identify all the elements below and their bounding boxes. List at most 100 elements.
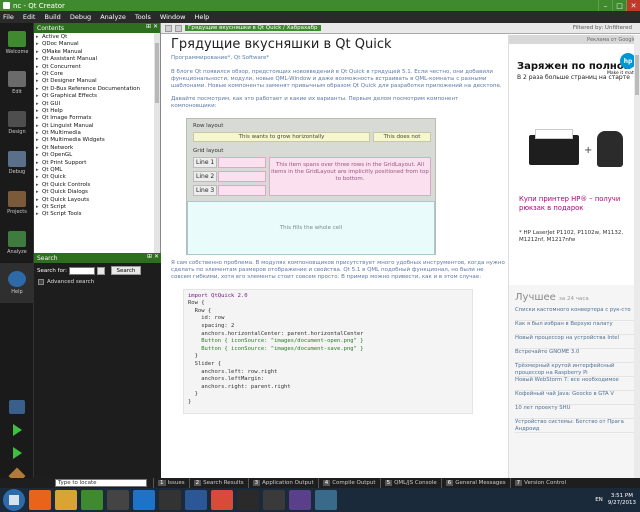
contents-item[interactable]: ▸ Qt Quick Controls [36,182,158,189]
mode-help[interactable]: Help [0,263,34,303]
ad-cta[interactable]: Купи принтер HP® – получи рюкзак в подар… [519,195,640,213]
close-button[interactable]: ✕ [626,0,640,11]
menu-tools[interactable]: Tools [135,13,151,21]
run-button[interactable] [0,418,34,441]
contents-item[interactable]: ▸ Qt Network [36,145,158,152]
app-icon[interactable] [289,490,311,510]
contents-item[interactable]: ▸ Qt Core [36,71,158,78]
mode-design[interactable]: Design [0,103,34,143]
menu-edit[interactable]: Edit [23,13,36,21]
contents-item[interactable]: ▸ Qt Multimedia [36,130,158,137]
word-icon[interactable] [185,490,207,510]
code-line: id: row [188,315,225,322]
clock[interactable]: 3:51 PM 9/27/2013 [608,493,636,507]
search-input[interactable] [68,266,95,275]
contents-item[interactable]: ▸ Qt Print Support [36,160,158,167]
app-icon[interactable] [315,490,337,510]
mode-welcome[interactable]: Welcome [0,23,34,63]
qt-creator-taskbar-icon[interactable] [81,490,103,510]
help-page-title[interactable]: Грядущие вкусняшки в Qt Quick / Хабрахаб… [185,25,321,31]
contents-scrollbar[interactable] [154,33,160,253]
back-button[interactable] [165,24,172,32]
contents-item[interactable]: ▸ Qt Help [36,108,158,115]
mode-edit[interactable]: Edit [0,63,34,103]
app-icon[interactable] [159,490,181,510]
menu-help[interactable]: Help [194,13,209,21]
output-tab[interactable]: 7 Version Control [509,478,570,488]
minimize-button[interactable]: – [598,0,612,11]
mode-analyze[interactable]: Analyze [0,223,34,263]
best-period[interactable]: за 24 часа [559,296,589,302]
language-indicator[interactable]: EN [595,497,603,503]
output-tab[interactable]: 3 Application Output [247,478,318,488]
contents-item[interactable]: ▸ Qt Script [36,204,158,211]
contents-item[interactable]: ▸ QMake Manual [36,49,158,56]
contents-item[interactable]: ▸ QDoc Manual [36,41,158,48]
ad-banner[interactable]: Реклама от Google hp Make it matter Заря… [508,35,640,285]
contents-item[interactable]: ▸ Qt QML [36,167,158,174]
code-line: Row { [188,307,212,314]
output-tab[interactable]: 6 General Messages [440,478,510,488]
contents-item[interactable]: ▸ Qt OpenGL [36,152,158,159]
contents-item[interactable]: ▸ Active Qt [36,34,158,41]
best-item-link[interactable]: Кофейный чай Java: Geocko в GTA V [515,391,634,405]
split-icon[interactable]: ⊞ [147,253,152,260]
best-item-link[interactable]: Устройство системы: Бегство от Прага Анд… [515,419,634,433]
contents-item[interactable]: ▸ Qt Quick Dialogs [36,189,158,196]
close-panel-icon[interactable]: ✕ [154,253,159,260]
firefox-icon[interactable] [29,490,51,510]
start-button[interactable] [3,489,25,511]
console-icon[interactable] [107,490,129,510]
best-item-link[interactable]: Новый WebStorm 7: все необходимое [515,377,634,391]
advanced-search-toggle[interactable]: Advanced search [34,278,161,286]
output-tab[interactable]: 2 Search Results [188,478,248,488]
split-icon[interactable]: ⊞ [146,23,151,30]
maximize-button[interactable]: □ [612,0,626,11]
filter-label[interactable]: Filtered by: Unfiltered [573,25,632,31]
scroll-thumb[interactable] [635,55,639,95]
close-panel-icon[interactable]: ✕ [153,23,158,30]
search-button[interactable]: Search [110,266,141,275]
contents-item[interactable]: ▸ Qt Image Formats [36,115,158,122]
folder-icon[interactable] [55,490,77,510]
forward-button[interactable] [175,24,182,32]
menu-file[interactable]: File [3,13,14,21]
search-dropdown[interactable] [96,266,105,275]
menu-debug[interactable]: Debug [70,13,91,21]
contents-item[interactable]: ▸ Qt Concurrent [36,64,158,71]
contents-item[interactable]: ▸ Qt Script Tools [36,211,158,218]
best-item-link[interactable]: Встречайте GNOME 3.0 [515,349,634,363]
contents-item[interactable]: ▸ Qt Quick [36,174,158,181]
debug-run-button[interactable] [0,441,34,464]
kit-selector[interactable] [0,395,34,418]
help-scrollbar[interactable] [634,35,640,488]
best-item-link[interactable]: 10 лет проекту SHU [515,405,634,419]
app-icon[interactable] [263,490,285,510]
terminal-icon[interactable] [237,490,259,510]
article-meta[interactable]: Программирование*, Qt Software* [171,55,505,64]
mode-projects[interactable]: Projects [0,183,34,223]
best-item-link[interactable]: Новый процессор на устройства Intel [515,335,634,349]
best-item-link[interactable]: Как я был избран в Верхую палату [515,321,634,335]
chrome-icon[interactable] [211,490,233,510]
output-tab[interactable]: 4 Compile Output [317,478,380,488]
scroll-thumb[interactable] [155,43,159,103]
best-item-link[interactable]: Списки кастомного конвертера с рук-сто [515,307,634,321]
contents-item[interactable]: ▸ Qt Designer Manual [36,78,158,85]
contents-item[interactable]: ▸ Qt Multimedia Widgets [36,137,158,144]
output-tab[interactable]: 1 Issues [153,478,189,488]
locator-input[interactable]: Type to locate [55,479,147,487]
ie-icon[interactable] [133,490,155,510]
contents-item[interactable]: ▸ Qt GUI [36,101,158,108]
best-item-link[interactable]: Трёхмерный крутой интерфейсный процессор… [515,363,634,377]
contents-item[interactable]: ▸ Qt D-Bus Reference Documentation [36,86,158,93]
contents-item[interactable]: ▸ Qt Assistant Manual [36,56,158,63]
contents-item[interactable]: ▸ Qt Linguist Manual [36,123,158,130]
menu-build[interactable]: Build [44,13,60,21]
contents-item[interactable]: ▸ Qt Graphical Effects [36,93,158,100]
menu-analyze[interactable]: Analyze [100,13,126,21]
contents-item[interactable]: ▸ Qt Quick Layouts [36,197,158,204]
output-tab[interactable]: 5 QML/JS Console [379,478,441,488]
mode-debug[interactable]: Debug [0,143,34,183]
menu-window[interactable]: Window [160,13,186,21]
